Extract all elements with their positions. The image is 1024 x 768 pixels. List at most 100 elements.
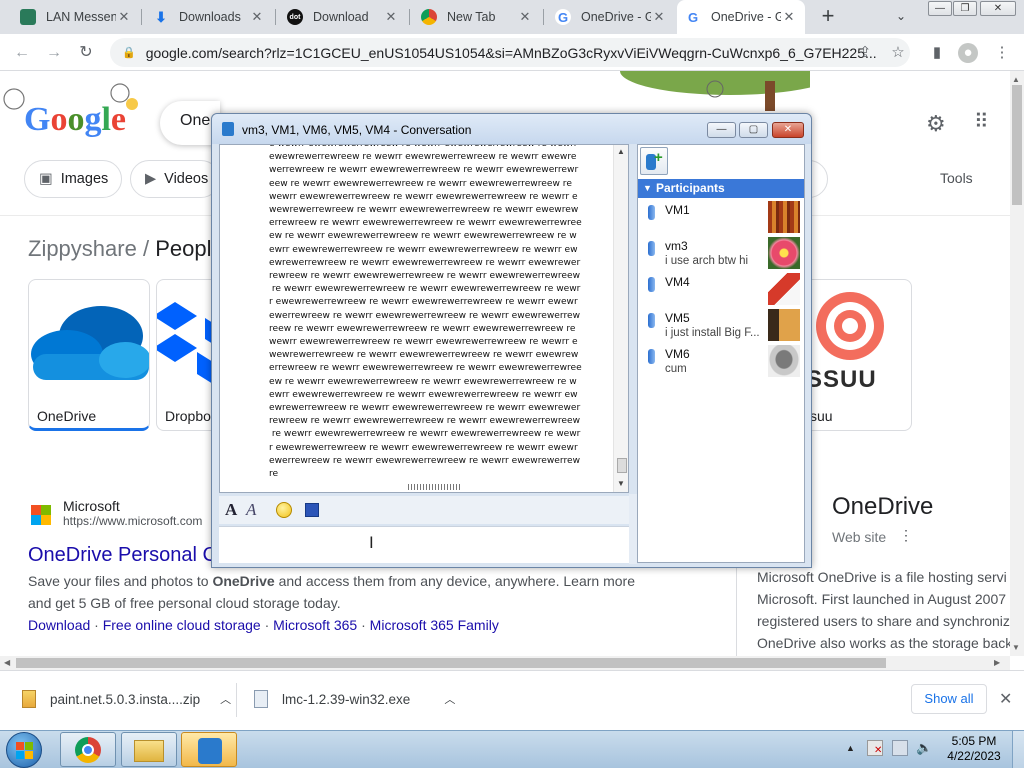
profile-avatar-icon[interactable]: ●: [958, 43, 978, 63]
download-icon: ⬇: [155, 8, 167, 25]
close-window-button[interactable]: ✕: [980, 1, 1016, 16]
sitelink-microsoft-365[interactable]: Microsoft 365: [273, 617, 357, 633]
kp-line: Microsoft. First launched in August 2007: [757, 591, 1007, 607]
close-icon[interactable]: ✕: [249, 9, 265, 25]
result-sitelinks: Download · Free online cloud storage · M…: [28, 617, 499, 633]
show-all-button[interactable]: Show all: [911, 684, 987, 714]
page-vertical-scrollbar[interactable]: ▲ ▼: [1010, 71, 1024, 656]
breadcrumb-item[interactable]: Zippyshare: [28, 236, 137, 261]
message-line: ewerrewreew re wewrr ewewrewerrewreew re…: [269, 310, 581, 321]
tab-search-chevron-icon[interactable]: ⌄: [896, 9, 906, 23]
card-dropbox[interactable]: Dropbo: [156, 279, 212, 431]
tray-volume-icon[interactable]: 🔈: [916, 740, 932, 756]
collapse-triangle-icon: ▼: [643, 183, 652, 193]
forward-button[interactable]: →: [43, 42, 65, 64]
emoticon-icon[interactable]: [276, 502, 292, 518]
close-icon[interactable]: ✕: [383, 9, 399, 25]
issuu-wordmark: SSUU: [806, 366, 877, 393]
chip-videos[interactable]: ▶ Videos: [130, 160, 220, 198]
tray-network-icon[interactable]: [892, 740, 908, 756]
font-icon[interactable]: A: [225, 500, 237, 520]
video-icon: ▶: [145, 171, 157, 187]
close-icon[interactable]: ✕: [781, 9, 797, 25]
kp-more-icon[interactable]: ⋮: [899, 527, 913, 544]
pane-splitter[interactable]: [629, 494, 637, 564]
participant-name: VM1: [665, 203, 690, 217]
result-title-link[interactable]: OneDrive Personal C: [28, 544, 217, 567]
dot-icon: dot: [287, 9, 303, 25]
restore-button[interactable]: ❐: [953, 1, 977, 16]
participant-item[interactable]: VM1: [638, 200, 804, 236]
minimize-button[interactable]: —: [928, 1, 952, 16]
close-icon[interactable]: ✕: [517, 9, 533, 25]
tab-lan-messenger[interactable]: LAN Messen ✕: [12, 0, 140, 34]
message-line: werrewreew re wewrr ewewrewerrewreew re …: [269, 165, 579, 176]
chip-images[interactable]: ▣ Images: [24, 160, 122, 198]
message-log[interactable]: e wewrr ewewrewerrewreew re wewrr ewewre…: [219, 144, 629, 493]
taskbar-lan-messenger[interactable]: [181, 732, 237, 767]
participant-item[interactable]: VM6 cum: [638, 344, 804, 380]
download-item[interactable]: lmc-1.2.39-win32.exe ︿: [254, 690, 455, 708]
splitter-grip[interactable]: [408, 484, 462, 490]
taskbar-explorer[interactable]: [121, 732, 177, 767]
side-panel-icon[interactable]: ▮: [927, 43, 947, 63]
start-button[interactable]: [6, 732, 42, 768]
font-color-icon[interactable]: A: [246, 500, 256, 520]
taskbar-chrome[interactable]: [60, 732, 116, 767]
apps-grid-icon[interactable]: ⠿: [974, 109, 989, 134]
close-icon[interactable]: ✕: [651, 9, 667, 25]
tab-onedrive-active[interactable]: G OneDrive - G ✕: [677, 0, 805, 34]
sitelink-microsoft-365-family[interactable]: Microsoft 365 Family: [370, 617, 499, 633]
conv-maximize-button[interactable]: ▢: [739, 122, 768, 138]
page-horizontal-scrollbar[interactable]: ◀ ▶: [0, 656, 1010, 670]
card-onedrive[interactable]: OneDrive: [28, 279, 150, 431]
google-logo[interactable]: Google: [24, 101, 126, 139]
tray-flag-icon[interactable]: ✕: [867, 740, 883, 756]
chevron-up-icon[interactable]: ︿: [444, 691, 455, 707]
snippet-text: Save your files and photos to: [28, 573, 213, 589]
conv-minimize-button[interactable]: —: [707, 122, 736, 138]
participant-item[interactable]: VM5 i just install Big F...: [638, 308, 804, 344]
new-tab-button[interactable]: +: [816, 5, 840, 29]
show-desktop-button[interactable]: [1012, 731, 1024, 768]
sitelink-free-storage[interactable]: Free online cloud storage: [103, 617, 261, 633]
message-line: re: [269, 469, 279, 480]
settings-gear-icon[interactable]: ⚙: [926, 111, 946, 137]
tab-download[interactable]: dot Download ✕: [279, 0, 407, 34]
address-bar[interactable]: 🔒 google.com/search?rlz=1C1GCEU_enUS1054…: [110, 38, 910, 67]
issuu-logo-icon: [816, 292, 884, 360]
sitelink-download[interactable]: Download: [28, 617, 90, 633]
text-cursor-icon: Ⅰ: [369, 535, 374, 552]
conv-close-button[interactable]: ✕: [772, 122, 804, 138]
conversation-titlebar[interactable]: vm3, VM1, VM6, VM5, VM4 - Conversation —…: [212, 114, 811, 144]
bookmark-star-icon[interactable]: ☆: [888, 43, 908, 63]
card-issuu[interactable]: SSUU suu: [806, 279, 912, 431]
close-icon[interactable]: ✕: [116, 9, 132, 25]
back-button[interactable]: ←: [11, 42, 33, 64]
tools-button[interactable]: Tools: [940, 170, 973, 186]
clock[interactable]: 5:05 PM 4/22/2023: [944, 734, 1004, 764]
close-downloads-icon[interactable]: ✕: [999, 689, 1012, 709]
tab-onedrive-1[interactable]: G OneDrive - G ✕: [547, 0, 675, 34]
participant-item[interactable]: VM4: [638, 272, 804, 308]
share-icon[interactable]: ⇪: [855, 43, 875, 63]
result-source[interactable]: Microsoft https://www.microsoft.com: [28, 498, 202, 528]
user-status-icon: [648, 205, 655, 220]
add-participant-button[interactable]: +: [640, 147, 668, 175]
reload-button[interactable]: ↻: [75, 42, 97, 64]
google-icon: G: [555, 9, 571, 25]
participant-item[interactable]: vm3 i use arch btw hi: [638, 236, 804, 272]
message-input[interactable]: Ⅰ: [219, 526, 629, 563]
tray-expand-icon[interactable]: ▲: [846, 743, 855, 753]
tab-downloads[interactable]: ⬇ Downloads ✕: [145, 0, 273, 34]
user-status-icon: [648, 277, 655, 292]
save-icon[interactable]: [305, 503, 319, 517]
download-item[interactable]: paint.net.5.0.3.insta....zip ︿: [22, 690, 231, 708]
participant-name: VM4: [665, 275, 690, 289]
participants-header[interactable]: ▼ Participants: [638, 179, 804, 198]
message-scrollbar[interactable]: ▲ ▼: [613, 145, 628, 492]
chevron-up-icon[interactable]: ︿: [220, 691, 231, 707]
tab-new-tab[interactable]: New Tab ✕: [413, 0, 541, 34]
menu-dots-icon[interactable]: ⋮: [992, 43, 1012, 63]
snippet-bold: OneDrive: [212, 573, 275, 589]
